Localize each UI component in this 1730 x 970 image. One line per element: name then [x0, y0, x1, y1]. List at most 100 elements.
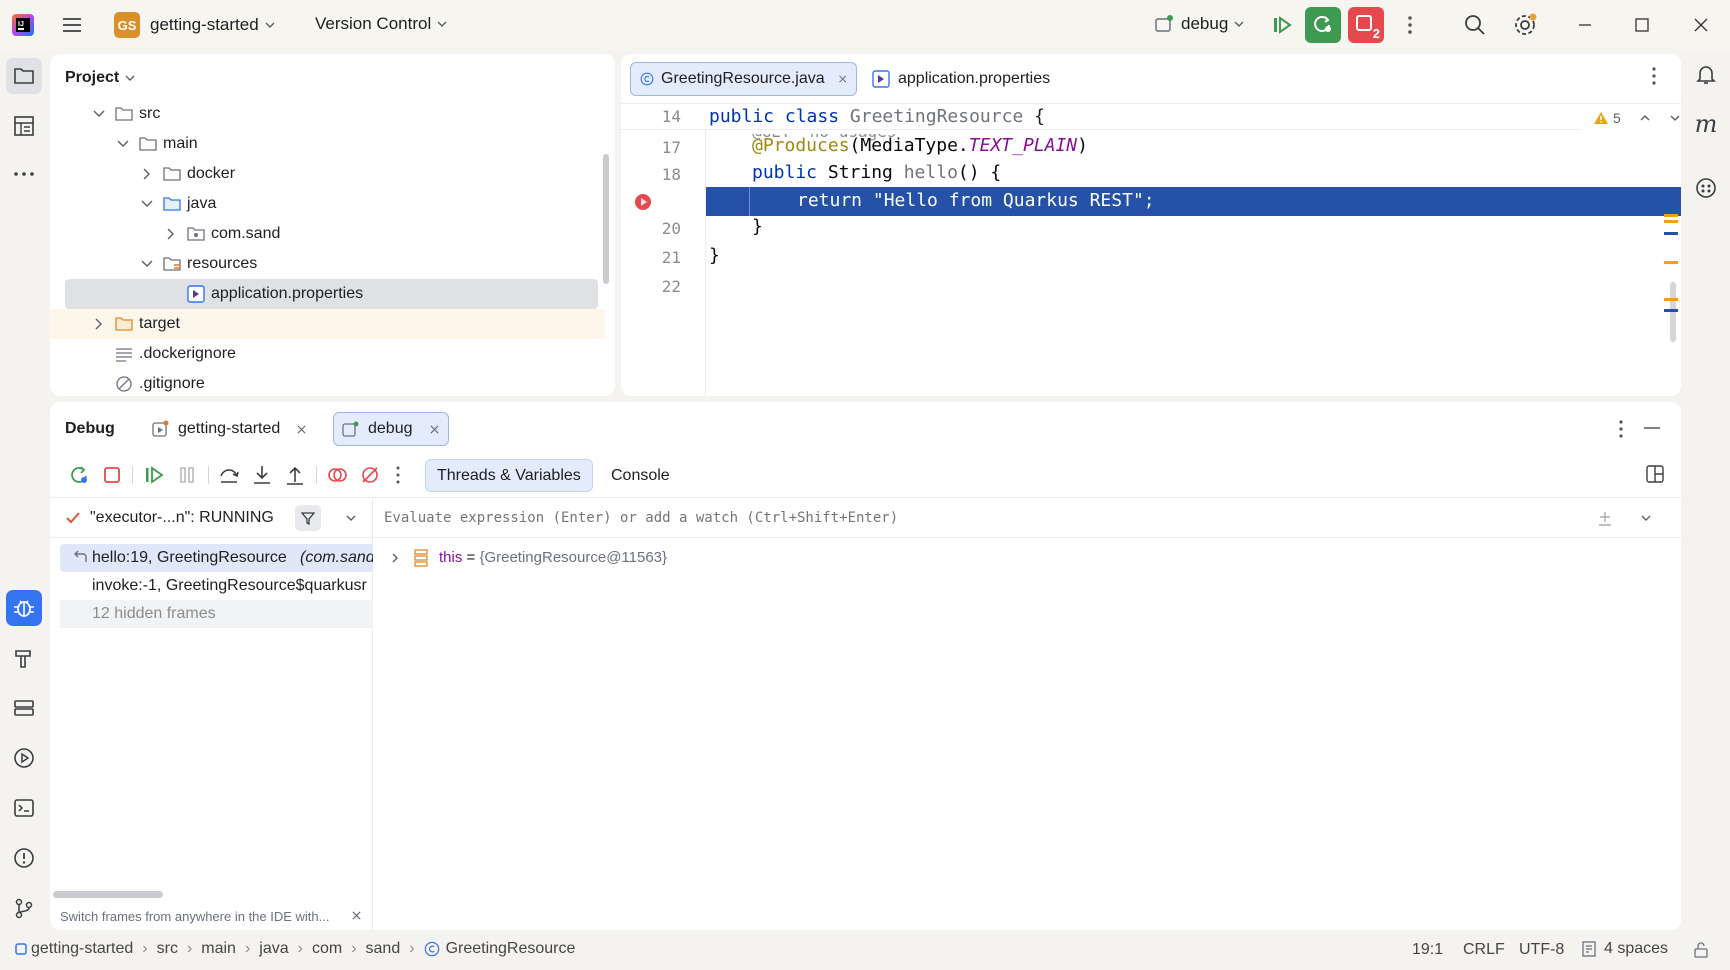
chevron-right-icon[interactable] — [140, 167, 154, 181]
chevron-down-icon[interactable] — [1669, 112, 1681, 124]
resume-button[interactable] — [1264, 7, 1300, 43]
hidden-frames-row[interactable]: 12 hidden frames — [60, 600, 373, 628]
more-vertical-icon[interactable] — [395, 464, 401, 486]
file-encoding[interactable]: UTF-8 — [1519, 941, 1564, 959]
intellij-logo-icon[interactable]: IJ — [12, 14, 34, 36]
problems-tool-button[interactable] — [6, 840, 42, 876]
chevron-right-icon[interactable] — [164, 227, 178, 241]
step-over-icon[interactable] — [218, 464, 240, 486]
stripe-marker-warning[interactable] — [1664, 298, 1678, 301]
stop-button[interactable]: 2 — [1348, 7, 1384, 43]
search-button[interactable] — [1457, 7, 1493, 43]
chevron-down-icon[interactable] — [116, 137, 130, 151]
more-actions-button[interactable] — [1392, 7, 1428, 43]
step-into-icon[interactable] — [251, 464, 273, 486]
more-tools-button[interactable] — [6, 156, 42, 192]
layout-icon[interactable] — [1645, 464, 1665, 484]
debug-session-tab-debug[interactable]: debug — [333, 412, 449, 446]
tab-application-properties[interactable]: application.properties — [872, 62, 1050, 96]
git-tool-button[interactable] — [6, 890, 42, 926]
tree-item-main[interactable]: main — [50, 129, 605, 159]
close-icon[interactable] — [429, 424, 440, 435]
debug-button[interactable] — [1305, 7, 1341, 43]
inspection-widget[interactable]: 5 — [1593, 110, 1681, 126]
notifications-button[interactable] — [1688, 56, 1724, 92]
step-out-icon[interactable] — [284, 464, 306, 486]
chevron-down-icon[interactable] — [140, 257, 154, 271]
maven-tool-button[interactable]: m — [1688, 106, 1724, 142]
tree-item-application-properties[interactable]: application.properties — [50, 279, 605, 309]
close-icon[interactable] — [351, 910, 362, 921]
debug-options-button[interactable] — [1618, 419, 1624, 439]
maximize-button[interactable] — [1624, 7, 1660, 43]
tree-item-dockerignore[interactable]: .dockerignore — [50, 339, 605, 369]
line-separator[interactable]: CRLF — [1463, 941, 1505, 959]
stripe-marker-warning[interactable] — [1664, 261, 1678, 264]
frames-h-scrollbar[interactable] — [53, 891, 163, 898]
unlock-icon[interactable] — [1694, 942, 1708, 958]
project-scrollbar[interactable] — [603, 154, 609, 284]
chevron-right-icon[interactable] — [389, 552, 401, 564]
resume-icon[interactable] — [143, 464, 165, 486]
copilot-tool-button[interactable] — [1688, 170, 1724, 206]
stripe-marker-current[interactable] — [1664, 309, 1678, 312]
filter-frames-button[interactable] — [295, 505, 321, 531]
close-window-button[interactable] — [1683, 7, 1719, 43]
rerun-icon[interactable] — [68, 464, 90, 486]
tree-item-resources[interactable]: resources — [50, 249, 605, 279]
chevron-down-icon[interactable] — [1640, 512, 1652, 524]
breakpoint-icon[interactable] — [633, 192, 653, 212]
frame-row[interactable]: invoke:-1, GreetingResource$quarkusr — [60, 572, 373, 600]
variable-row[interactable]: this = {GreetingResource@11563} — [374, 544, 1681, 572]
debug-session-tab-getting-started[interactable]: getting-started — [144, 412, 315, 446]
chevron-down-icon[interactable] — [140, 197, 154, 211]
settings-button[interactable] — [1507, 7, 1543, 43]
pause-icon[interactable] — [176, 464, 198, 486]
services-tool-button[interactable] — [6, 690, 42, 726]
mute-breakpoints-icon[interactable] — [359, 464, 381, 486]
stripe-marker-warning[interactable] — [1664, 220, 1678, 223]
hide-panel-button[interactable] — [1644, 426, 1660, 430]
tab-threads-variables[interactable]: Threads & Variables — [425, 459, 593, 492]
caret-position[interactable]: 19:1 — [1412, 941, 1443, 959]
editor-scrollbar[interactable] — [1670, 282, 1676, 342]
breadcrumb-item[interactable]: sand — [366, 940, 401, 958]
chevron-right-icon[interactable] — [92, 317, 106, 331]
breadcrumb-item[interactable]: com — [312, 940, 342, 958]
evaluate-expression-input[interactable] — [384, 505, 1464, 531]
project-switcher[interactable]: GS getting-started — [114, 12, 275, 38]
code-area[interactable]: 17 @Produces(MediaType.TEXT_PLAIN) 18 pu… — [621, 132, 1681, 396]
chevron-down-icon[interactable] — [345, 512, 357, 524]
tree-item-gitignore[interactable]: .gitignore — [50, 369, 605, 396]
stop-icon[interactable] — [101, 464, 123, 486]
view-breakpoints-icon[interactable] — [326, 464, 348, 486]
tree-item-docker[interactable]: docker — [50, 159, 605, 189]
indent-settings[interactable]: 4 spaces — [1582, 940, 1668, 958]
main-menu-icon[interactable] — [54, 7, 90, 43]
tab-greetingresource-java[interactable]: GreetingResource.java — [630, 62, 857, 96]
build-tool-button[interactable] — [6, 640, 42, 676]
frame-row-selected[interactable]: hello:19, GreetingResource (com.sand — [60, 544, 373, 572]
run-config-selector[interactable]: debug — [1153, 13, 1244, 35]
breadcrumb-item[interactable]: getting-started — [31, 940, 133, 958]
close-icon[interactable] — [296, 424, 307, 435]
stripe-marker-current[interactable] — [1664, 232, 1678, 235]
editor-tabs-menu-button[interactable] — [1651, 66, 1657, 86]
chevron-up-icon[interactable] — [1639, 112, 1651, 124]
tree-item-java[interactable]: java — [50, 189, 605, 219]
version-control-menu[interactable]: Version Control — [315, 14, 447, 34]
tab-console[interactable]: Console — [602, 459, 679, 492]
project-tool-button[interactable] — [6, 58, 42, 94]
add-watch-icon[interactable] — [1596, 510, 1614, 528]
stripe-marker-warning[interactable] — [1664, 214, 1678, 217]
terminal-tool-button[interactable] — [6, 790, 42, 826]
sticky-header[interactable]: 14 public class GreetingResource { — [621, 104, 1579, 130]
breadcrumb-item[interactable]: main — [201, 940, 236, 958]
structure-tool-button[interactable] — [6, 108, 42, 144]
tree-item-target[interactable]: target — [50, 309, 605, 339]
chevron-down-icon[interactable] — [92, 107, 106, 121]
tree-item-com-sand[interactable]: com.sand — [50, 219, 605, 249]
close-icon[interactable] — [838, 73, 847, 85]
minimize-button[interactable] — [1567, 7, 1603, 43]
project-view-selector[interactable]: Project — [65, 69, 135, 87]
